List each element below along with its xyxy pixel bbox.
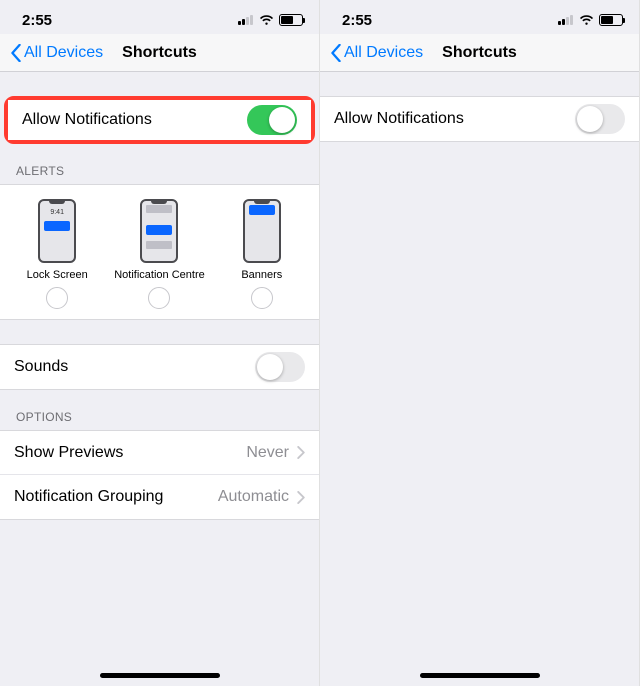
options-header: OPTIONS <box>0 390 319 430</box>
sounds-label: Sounds <box>14 358 68 376</box>
phone-right: 2:55 All Devices Shortcuts Allow Notific… <box>320 0 640 686</box>
allow-notifications-toggle[interactable] <box>247 105 297 135</box>
wifi-icon <box>259 14 274 26</box>
alert-banners[interactable]: Banners <box>212 199 312 309</box>
nav-bar: All Devices Shortcuts <box>0 34 319 72</box>
battery-icon <box>599 14 623 26</box>
status-time: 2:55 <box>22 12 52 29</box>
page-title: Shortcuts <box>122 44 197 62</box>
content: Allow Notifications <box>320 72 639 686</box>
phone-left: 2:55 All Devices Shortcuts Allow Notific… <box>0 0 320 686</box>
alert-nc-radio[interactable] <box>148 287 170 309</box>
row-value: Automatic <box>218 488 289 506</box>
alerts-grid: 9:41 Lock Screen Notification Centre <box>0 185 319 319</box>
chevron-right-icon <box>297 491 305 504</box>
alert-lockscreen-radio[interactable] <box>46 287 68 309</box>
alert-label: Lock Screen <box>27 269 88 281</box>
status-icons <box>238 14 303 26</box>
status-time: 2:55 <box>342 12 372 29</box>
notification-centre-icon <box>140 199 178 263</box>
back-button[interactable]: All Devices <box>6 34 107 71</box>
sounds-section: Sounds <box>0 344 319 390</box>
options-section: Show Previews Never Notification Groupin… <box>0 430 319 520</box>
home-indicator[interactable] <box>420 673 540 678</box>
chevron-right-icon <box>297 446 305 459</box>
sounds-toggle[interactable] <box>255 352 305 382</box>
content: Allow Notifications ALERTS 9:41 Lock Scr… <box>0 72 319 686</box>
allow-notifications-row[interactable]: Allow Notifications <box>8 100 311 140</box>
alert-banners-radio[interactable] <box>251 287 273 309</box>
home-indicator[interactable] <box>100 673 220 678</box>
back-button[interactable]: All Devices <box>326 34 427 71</box>
back-label: All Devices <box>24 44 103 62</box>
show-previews-row[interactable]: Show Previews Never <box>0 431 319 475</box>
chevron-left-icon <box>10 44 22 62</box>
alerts-header: ALERTS <box>0 144 319 184</box>
signal-icon <box>238 15 254 25</box>
allow-notifications-toggle[interactable] <box>575 104 625 134</box>
allow-notifications-row[interactable]: Allow Notifications <box>320 97 639 141</box>
status-bar: 2:55 <box>320 0 639 34</box>
row-label: Show Previews <box>14 444 123 462</box>
lockscreen-icon: 9:41 <box>38 199 76 263</box>
allow-notifications-section: Allow Notifications <box>320 96 639 142</box>
notification-grouping-row[interactable]: Notification Grouping Automatic <box>0 475 319 519</box>
wifi-icon <box>579 14 594 26</box>
allow-notifications-label: Allow Notifications <box>334 110 464 128</box>
sounds-row[interactable]: Sounds <box>0 345 319 389</box>
back-label: All Devices <box>344 44 423 62</box>
battery-icon <box>279 14 303 26</box>
signal-icon <box>558 15 574 25</box>
allow-notifications-highlight: Allow Notifications <box>4 96 315 144</box>
status-bar: 2:55 <box>0 0 319 34</box>
row-value: Never <box>246 444 289 462</box>
nav-bar: All Devices Shortcuts <box>320 34 639 72</box>
status-icons <box>558 14 623 26</box>
alert-lockscreen[interactable]: 9:41 Lock Screen <box>7 199 107 309</box>
row-label: Notification Grouping <box>14 488 163 506</box>
alert-label: Notification Centre <box>114 269 205 281</box>
chevron-left-icon <box>330 44 342 62</box>
alert-label: Banners <box>241 269 282 281</box>
alert-notification-centre[interactable]: Notification Centre <box>109 199 209 309</box>
alerts-section: 9:41 Lock Screen Notification Centre <box>0 184 319 320</box>
allow-notifications-label: Allow Notifications <box>22 111 152 129</box>
banner-icon <box>243 199 281 263</box>
page-title: Shortcuts <box>442 44 517 62</box>
